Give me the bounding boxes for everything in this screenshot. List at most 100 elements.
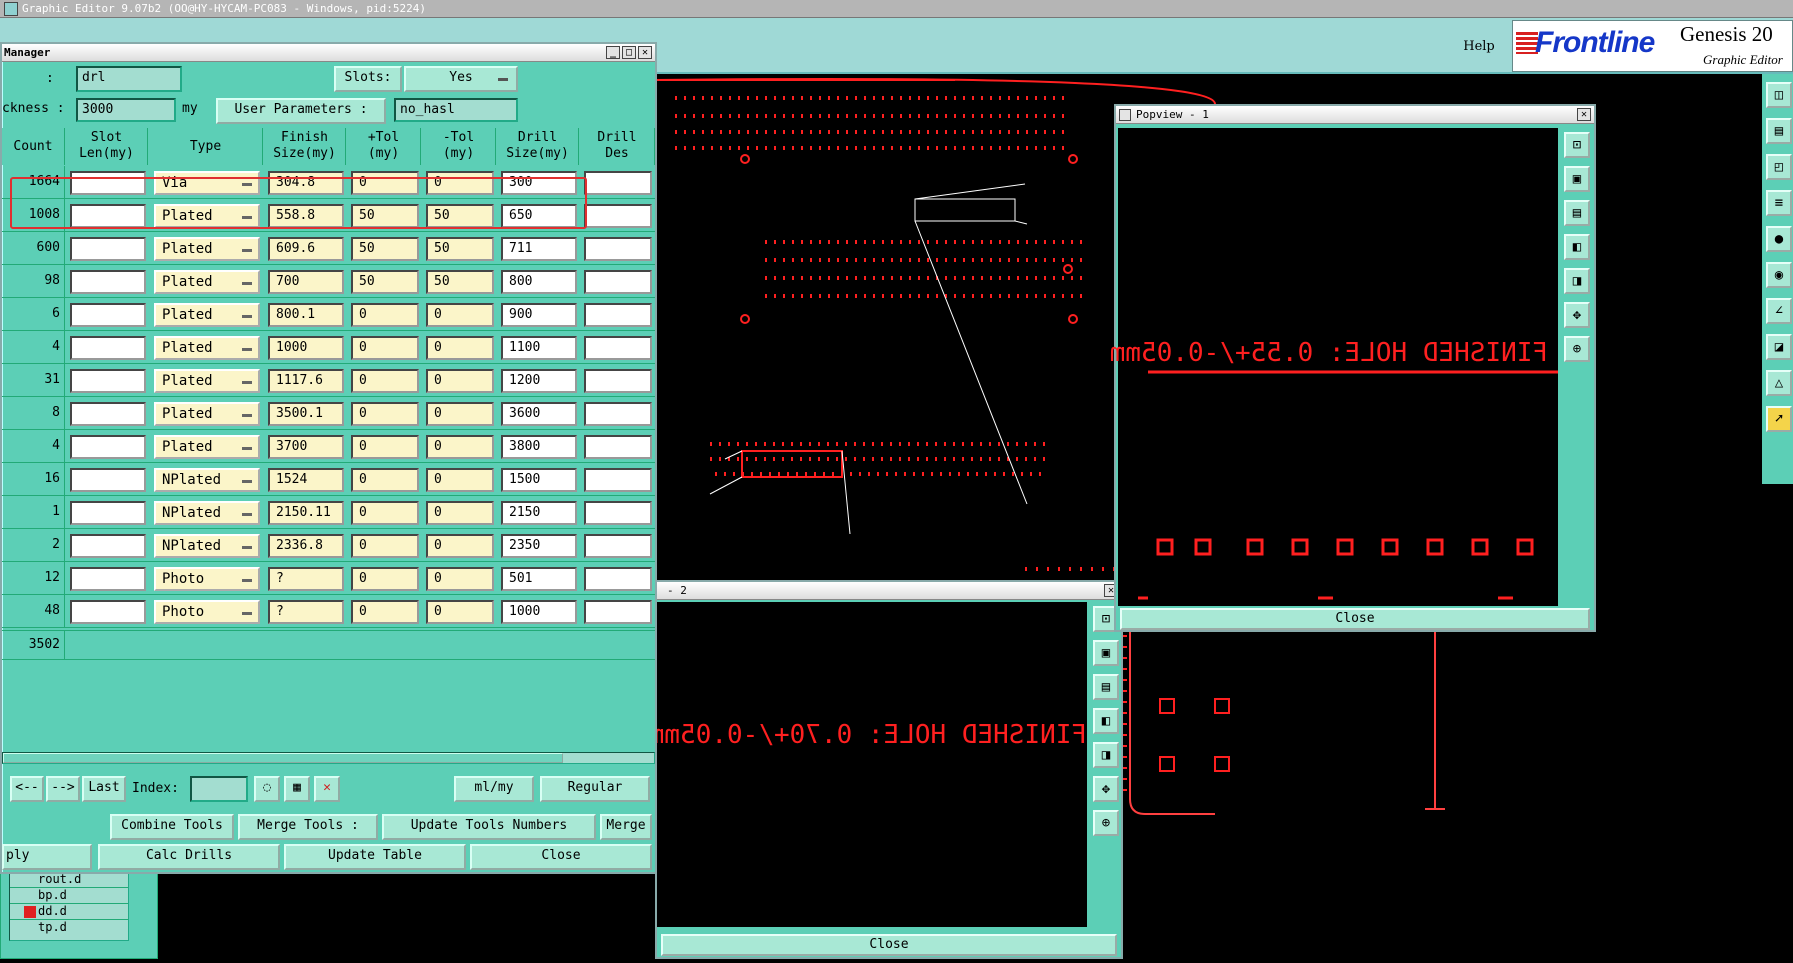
thickness-field[interactable]: 3000 — [76, 98, 176, 122]
drill-des-field[interactable] — [584, 237, 652, 261]
zoom-home-icon[interactable]: ⊡ — [1564, 132, 1590, 158]
type-dropdown[interactable]: Plated — [154, 402, 260, 426]
minus-tol-field[interactable]: 0 — [426, 369, 494, 393]
slot-len-field[interactable] — [70, 534, 146, 558]
drill-des-field[interactable] — [584, 468, 652, 492]
shape-tool-icon[interactable]: ◪ — [1766, 334, 1792, 360]
apply-button[interactable]: ply — [2, 844, 92, 870]
type-dropdown[interactable]: Plated — [154, 270, 260, 294]
drill-des-field[interactable] — [584, 336, 652, 360]
slot-len-field[interactable] — [70, 237, 146, 261]
minus-tol-field[interactable]: 0 — [426, 501, 494, 525]
resize-tool-icon[interactable]: ◰ — [1766, 154, 1792, 180]
drill-size-field[interactable]: 2350 — [501, 534, 577, 558]
drill-size-field[interactable]: 2150 — [501, 501, 577, 525]
plus-tol-field[interactable]: 0 — [351, 369, 419, 393]
angle-tool-icon[interactable]: ∠ — [1766, 298, 1792, 324]
drill-size-field[interactable]: 1000 — [501, 600, 577, 624]
layer-item[interactable]: dd.d — [10, 904, 128, 920]
help-menu[interactable]: Help — [1452, 36, 1506, 58]
pan-left-icon[interactable]: ◧ — [1564, 234, 1590, 260]
type-dropdown[interactable]: Plated — [154, 336, 260, 360]
plus-tol-field[interactable]: 0 — [351, 336, 419, 360]
units-dropdown[interactable]: ml/my — [454, 776, 534, 802]
finish-size-field[interactable]: 1524 — [268, 468, 344, 492]
finish-size-field[interactable]: 609.6 — [268, 237, 344, 261]
minus-tol-field[interactable]: 0 — [426, 468, 494, 492]
slot-len-field[interactable] — [70, 501, 146, 525]
mode-dropdown[interactable]: Regular — [540, 776, 650, 802]
horizontal-scrollbar[interactable] — [2, 752, 655, 764]
drill-size-field[interactable]: 501 — [501, 567, 577, 591]
zoom-in-icon[interactable]: ▣ — [1093, 640, 1119, 666]
zoom-out-icon[interactable]: ▤ — [1564, 200, 1590, 226]
slot-len-field[interactable] — [70, 369, 146, 393]
type-dropdown[interactable]: NPlated — [154, 501, 260, 525]
drill-des-field[interactable] — [584, 204, 652, 228]
finish-size-field[interactable]: ? — [268, 567, 344, 591]
drill-size-field[interactable]: 900 — [501, 303, 577, 327]
center-icon[interactable]: ⊕ — [1564, 336, 1590, 362]
prev-button[interactable]: <-- — [10, 776, 44, 802]
type-dropdown[interactable]: NPlated — [154, 468, 260, 492]
drill-des-field[interactable] — [584, 402, 652, 426]
pan-right-icon[interactable]: ◨ — [1093, 742, 1119, 768]
close-button[interactable]: Close — [470, 844, 652, 870]
line-tool-icon[interactable]: ≡ — [1766, 190, 1792, 216]
clear-icon[interactable]: ✕ — [314, 776, 340, 802]
layer-item[interactable]: bp.d — [10, 888, 128, 904]
slot-len-field[interactable] — [70, 303, 146, 327]
pan-left-icon[interactable]: ◧ — [1093, 708, 1119, 734]
minimize-icon[interactable]: _ — [606, 46, 620, 59]
finish-size-field[interactable]: 700 — [268, 270, 344, 294]
slot-len-field[interactable] — [70, 336, 146, 360]
combine-tools-button[interactable]: Combine Tools — [110, 814, 234, 840]
plus-tol-field[interactable]: 0 — [351, 402, 419, 426]
slot-len-field[interactable] — [70, 567, 146, 591]
pad-tool-icon[interactable]: ● — [1766, 226, 1792, 252]
popview-2-canvas[interactable]: FINISHED HOLE: 0.70+/-0.05mm — [649, 602, 1087, 927]
plus-tol-field[interactable]: 0 — [351, 303, 419, 327]
popview-1-close-button[interactable]: Close — [1120, 608, 1590, 630]
finish-size-field[interactable]: 3500.1 — [268, 402, 344, 426]
slot-len-field[interactable] — [70, 402, 146, 426]
finish-size-field[interactable]: 2336.8 — [268, 534, 344, 558]
center-icon[interactable]: ⊕ — [1093, 810, 1119, 836]
slots-dropdown[interactable]: Yes — [404, 66, 518, 92]
type-dropdown[interactable]: NPlated — [154, 534, 260, 558]
minus-tol-field[interactable]: 0 — [426, 336, 494, 360]
slot-len-field[interactable] — [70, 435, 146, 459]
drill-des-field[interactable] — [584, 534, 652, 558]
slot-len-field[interactable] — [70, 600, 146, 624]
plus-tol-field[interactable]: 0 — [351, 501, 419, 525]
type-dropdown[interactable]: Plated — [154, 369, 260, 393]
minus-tol-field[interactable]: 0 — [426, 600, 494, 624]
popview-2-close-button[interactable]: Close — [661, 934, 1117, 956]
plus-tol-field[interactable]: 0 — [351, 600, 419, 624]
net-tool-icon[interactable]: ◉ — [1766, 262, 1792, 288]
measure-tool-icon[interactable]: △ — [1766, 370, 1792, 396]
drill-size-field[interactable]: 3600 — [501, 402, 577, 426]
calc-drills-button[interactable]: Calc Drills — [98, 844, 280, 870]
index-field[interactable] — [190, 776, 248, 802]
minus-tol-field[interactable]: 0 — [426, 534, 494, 558]
type-dropdown[interactable]: Plated — [154, 435, 260, 459]
plus-tol-field[interactable]: 50 — [351, 270, 419, 294]
drill-size-field[interactable]: 3800 — [501, 435, 577, 459]
next-button[interactable]: --> — [46, 776, 80, 802]
pan-right-icon[interactable]: ◨ — [1564, 268, 1590, 294]
maximize-icon[interactable]: □ — [622, 46, 636, 59]
slot-len-field[interactable] — [70, 270, 146, 294]
bulb-icon[interactable]: ◌ — [254, 776, 280, 802]
type-dropdown[interactable]: Plated — [154, 237, 260, 261]
minus-tol-field[interactable]: 50 — [426, 270, 494, 294]
last-button[interactable]: Last — [82, 776, 126, 802]
zoom-in-icon[interactable]: ▣ — [1564, 166, 1590, 192]
update-table-button[interactable]: Update Table — [284, 844, 466, 870]
minus-tol-field[interactable]: 0 — [426, 435, 494, 459]
finish-size-field[interactable]: 1117.6 — [268, 369, 344, 393]
plus-tol-field[interactable]: 0 — [351, 435, 419, 459]
drill-des-field[interactable] — [584, 270, 652, 294]
pointer-tool-icon[interactable]: ➚ — [1766, 406, 1792, 432]
close-icon[interactable]: ✕ — [638, 46, 652, 59]
